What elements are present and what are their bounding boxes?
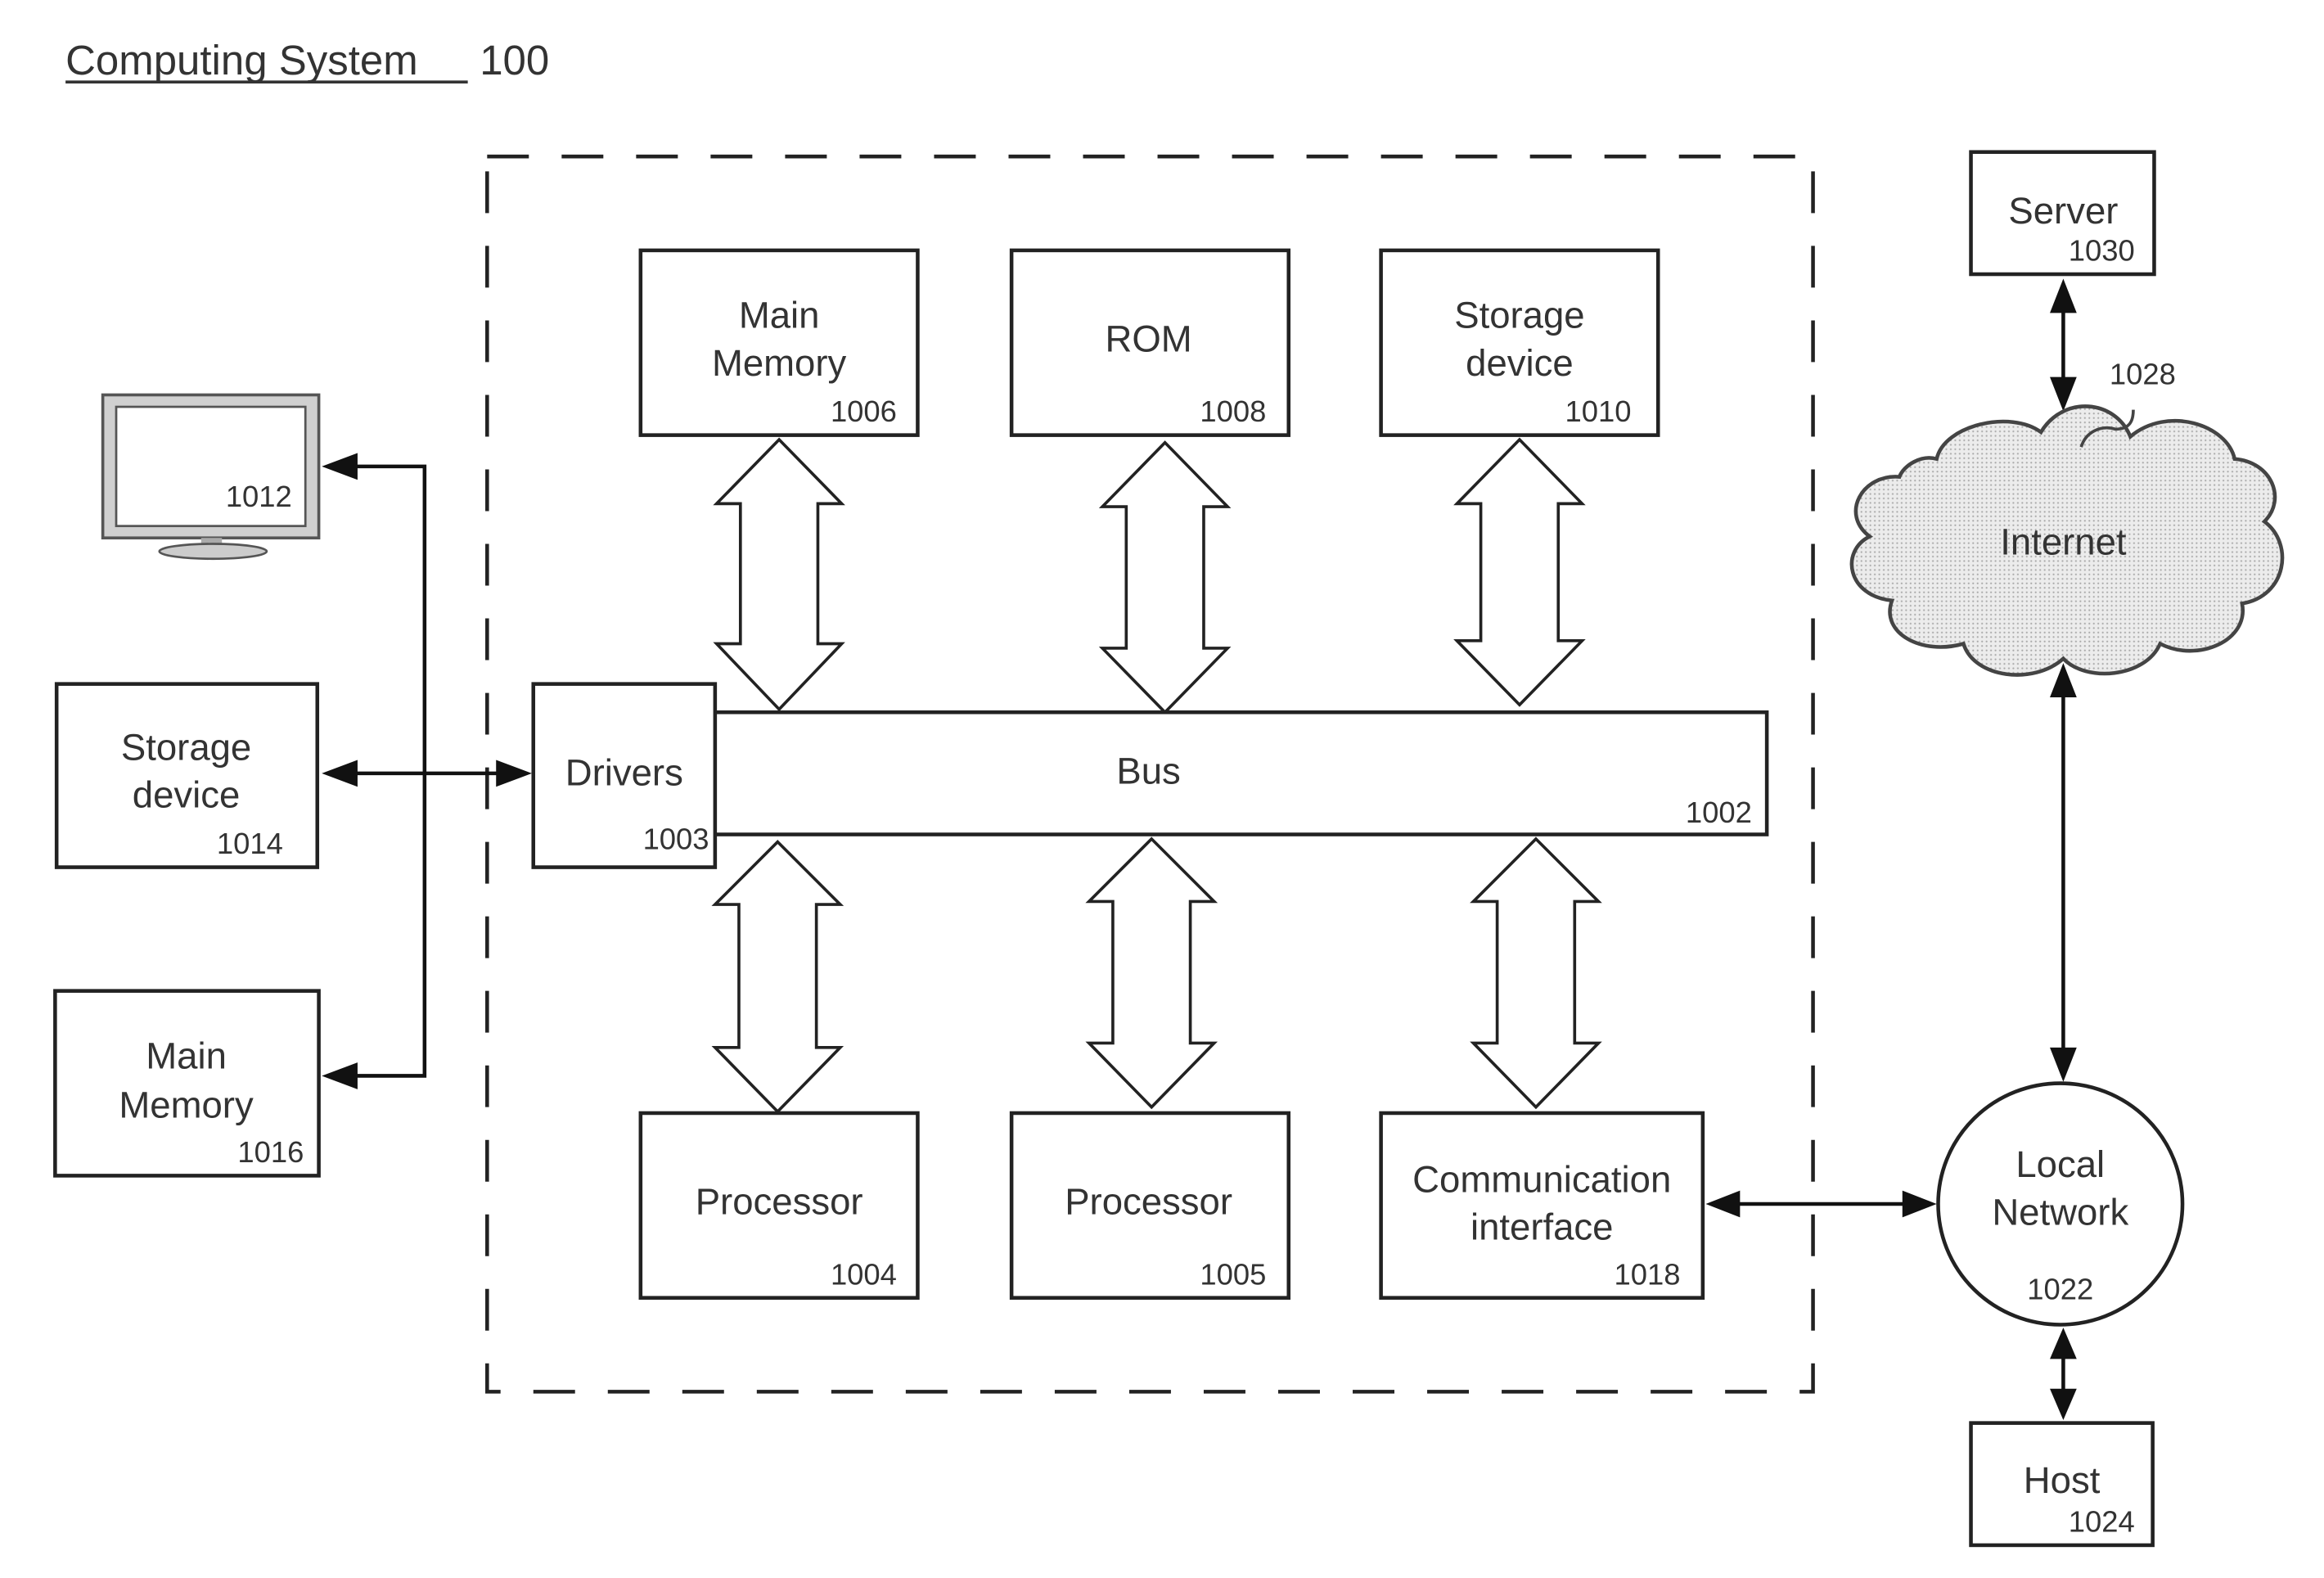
- node-label: device: [1466, 342, 1574, 384]
- computing-system-diagram: Computing System 100 Main Memory 1006 RO…: [53, 37, 2285, 1548]
- node-display: 1012: [101, 393, 321, 561]
- node-label: Host: [2024, 1459, 2101, 1501]
- node-label: device: [133, 774, 241, 816]
- fat-arrow-bus-processor-b: [1085, 836, 1218, 1110]
- node-label: Internet: [2000, 521, 2127, 562]
- node-ref: 1012: [226, 480, 292, 513]
- node-drivers: Drivers 1003: [531, 682, 718, 869]
- node-ref: 1004: [831, 1257, 897, 1291]
- left-connectors: [322, 453, 532, 1089]
- arrowhead: [322, 760, 358, 787]
- arrowhead: [322, 1062, 358, 1089]
- node-label: Server: [2008, 190, 2118, 232]
- node-ref: 1006: [831, 394, 897, 428]
- node-ref: 1003: [643, 823, 709, 856]
- node-ref: 1018: [1615, 1257, 1681, 1291]
- node-label: Communication: [1412, 1158, 1671, 1200]
- fat-arrow-rom-bus: [1098, 440, 1232, 715]
- node-label: Processor: [696, 1181, 863, 1223]
- node-main-memory-ext: Main Memory 1016: [53, 989, 321, 1178]
- node-internet: Internet 1028: [1849, 358, 2285, 677]
- node-label: Drivers: [565, 751, 683, 793]
- arrowhead: [322, 453, 358, 480]
- node-ref: 1028: [2110, 358, 2176, 391]
- node-ref: 1030: [2069, 234, 2135, 268]
- fat-arrow-main-memory-bus: [713, 437, 845, 712]
- node-processor-b: Processor 1005: [1009, 1111, 1291, 1300]
- arrowhead: [2050, 663, 2077, 698]
- arrowhead: [1902, 1190, 1937, 1218]
- node-label: Storage: [1454, 295, 1584, 336]
- node-label: Memory: [119, 1084, 254, 1125]
- node-ref: 1010: [1565, 394, 1631, 428]
- node-label: ROM: [1106, 318, 1192, 360]
- node-bus: Bus 1002: [709, 710, 1769, 836]
- node-label: Main: [146, 1035, 227, 1076]
- arrowhead: [2050, 1388, 2077, 1420]
- title-ref: 100: [480, 37, 549, 83]
- node-label: interface: [1471, 1206, 1614, 1248]
- title-name: Computing System: [65, 37, 418, 83]
- node-label: Network: [1992, 1192, 2128, 1233]
- node-label: Main: [739, 295, 820, 336]
- node-label: Memory: [712, 342, 847, 384]
- node-comm-interface: Communication interface 1018: [1379, 1111, 1705, 1300]
- node-storage-inner: Storage device 1010: [1379, 248, 1660, 437]
- fat-arrow-bus-comm: [1470, 836, 1602, 1110]
- node-storage-ext: Storage device 1014: [54, 682, 320, 869]
- arrowhead: [2050, 1328, 2077, 1359]
- fat-arrow-bus-processor-a: [711, 840, 844, 1114]
- node-host: Host 1024: [1969, 1421, 2155, 1548]
- node-ref: 1005: [1200, 1257, 1266, 1291]
- node-ref: 1024: [2069, 1505, 2135, 1539]
- node-label: Processor: [1065, 1181, 1232, 1223]
- node-local-network: Local Network 1022: [1936, 1081, 2185, 1327]
- arrowhead: [2050, 278, 2077, 313]
- node-rom: ROM 1008: [1009, 248, 1291, 437]
- node-ref: 1008: [1200, 394, 1266, 428]
- server-internet-connector: [2050, 278, 2077, 412]
- node-server: Server 1030: [1969, 150, 2156, 277]
- diagram-title: Computing System 100: [65, 37, 549, 83]
- node-label: Bus: [1116, 751, 1180, 792]
- node-ref: 1002: [1686, 796, 1752, 829]
- local-host-connector: [2050, 1328, 2077, 1420]
- node-label: Local: [2015, 1143, 2105, 1185]
- node-main-memory-inner: Main Memory 1006: [638, 248, 920, 437]
- node-ref: 1022: [2027, 1273, 2093, 1306]
- fat-arrow-storage-bus: [1453, 437, 1586, 707]
- internet-local-connector: [2050, 663, 2077, 1082]
- arrowhead: [2050, 1047, 2077, 1082]
- node-processor-a: Processor 1004: [638, 1111, 920, 1300]
- arrowhead: [496, 760, 532, 787]
- arrowhead: [1705, 1190, 1741, 1218]
- node-label: Storage: [121, 726, 251, 768]
- comm-local-connector: [1705, 1190, 1937, 1218]
- node-ref: 1016: [237, 1135, 304, 1169]
- node-ref: 1014: [217, 827, 283, 860]
